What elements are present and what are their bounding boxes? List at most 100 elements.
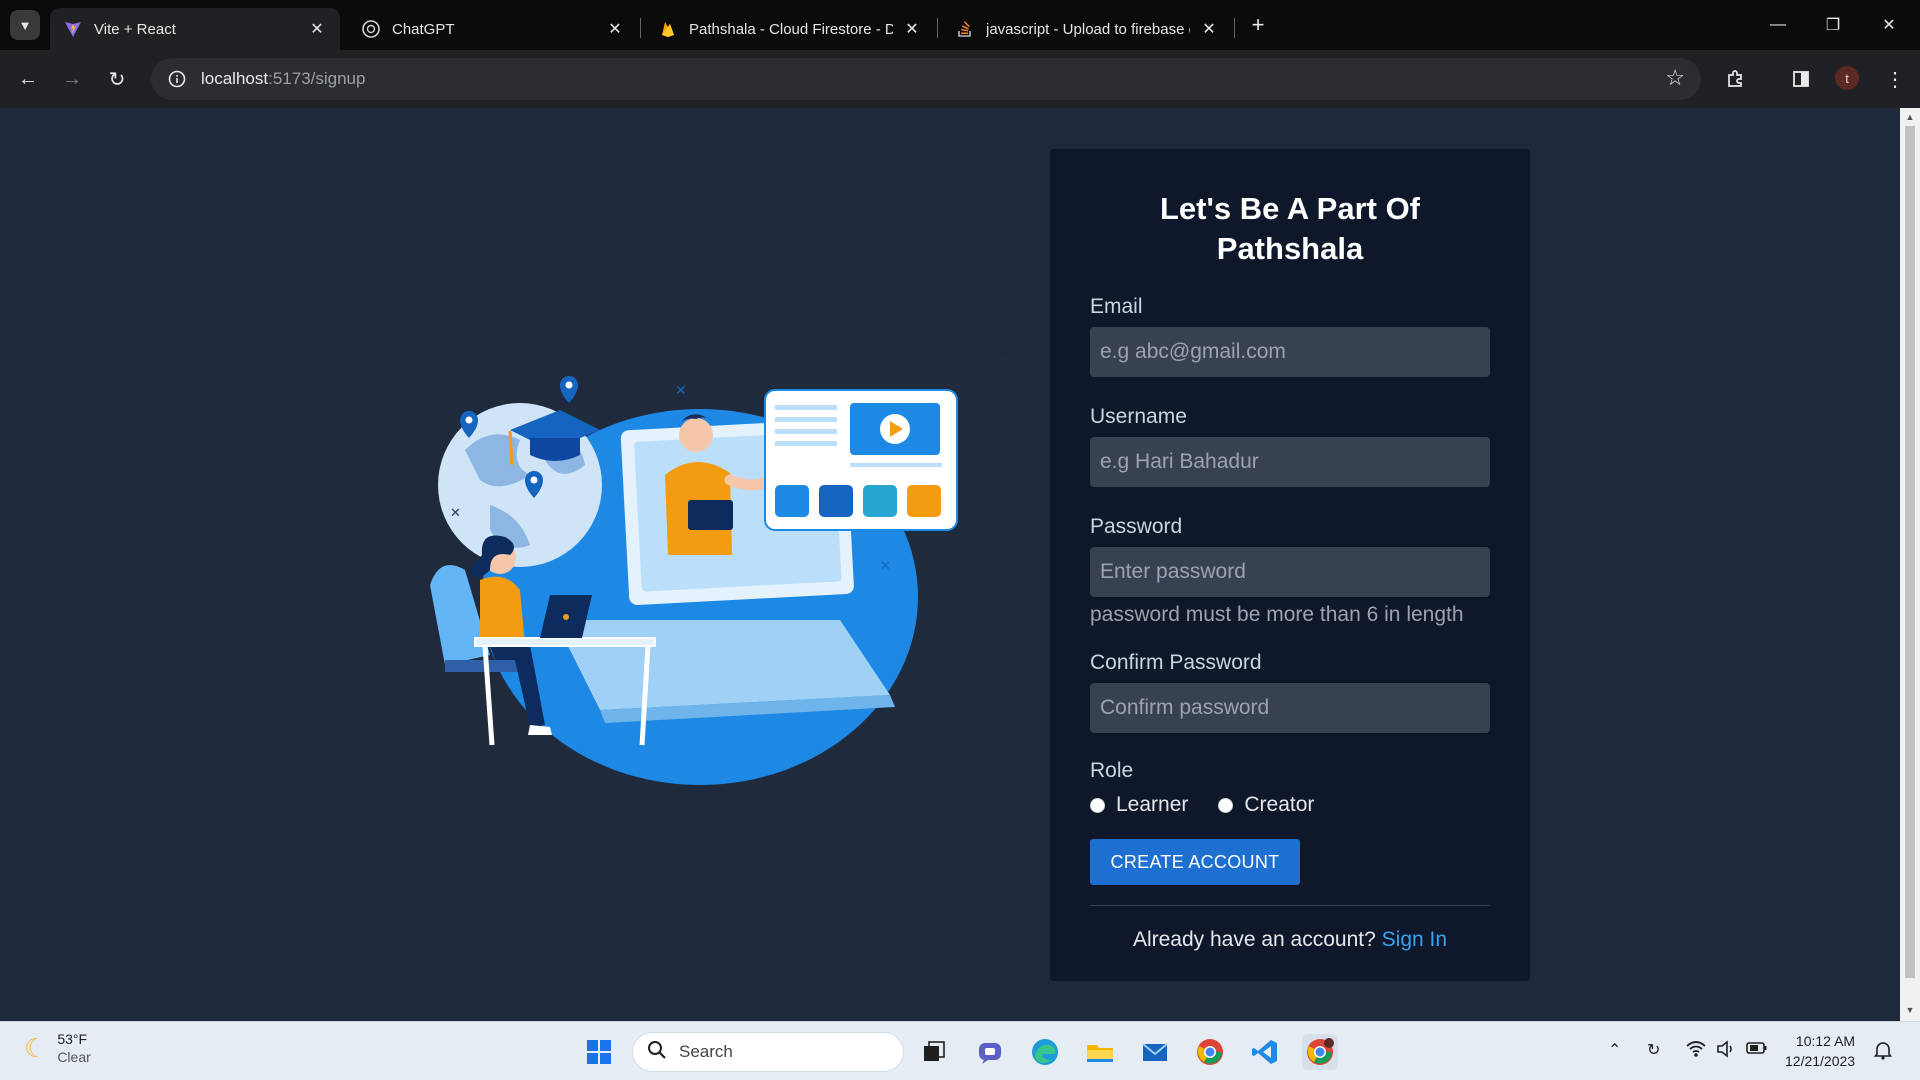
address-bar[interactable]: localhost:5173/signup ☆ [151,58,1701,100]
site-info-icon[interactable] [163,65,191,93]
password-hint: password must be more than 6 in length [1090,603,1464,626]
username-label: Username [1090,405,1187,428]
windows-start-icon[interactable] [581,1034,617,1070]
minimize-button[interactable]: — [1755,10,1801,40]
bookmark-star-icon[interactable]: ☆ [1665,65,1685,91]
username-group: Username [1090,405,1490,487]
volume-icon[interactable] [1716,1040,1736,1063]
edge-icon[interactable] [1027,1034,1063,1070]
tab-title: Vite + React [94,20,176,38]
taskbar-search-input[interactable]: Search [632,1032,904,1072]
notification-bell-icon[interactable] [1873,1040,1893,1065]
creator-radio-label[interactable]: Creator [1244,793,1314,817]
chrome-active-icon[interactable] [1302,1034,1338,1070]
creator-radio[interactable] [1218,797,1234,813]
confirm-password-group: Confirm Password [1090,651,1490,733]
tab-title: Pathshala - Cloud Firestore - Da [689,20,893,38]
task-view-icon[interactable] [916,1034,952,1070]
url-text: localhost:5173/signup [201,69,365,89]
side-panel-icon[interactable] [1786,64,1816,94]
chrome-icon[interactable] [1192,1034,1228,1070]
profile-avatar[interactable]: t [1835,66,1859,90]
email-label: Email [1090,295,1143,318]
restore-button[interactable]: ❐ [1810,10,1856,40]
teams-chat-icon[interactable] [972,1034,1008,1070]
new-tab-button[interactable]: + [1245,12,1271,38]
close-icon[interactable]: ✕ [903,19,921,39]
role-options: Learner Creator [1090,793,1490,817]
clock-time: 10:12 AM [1795,1033,1856,1049]
svg-text:✕: ✕ [450,506,461,521]
tab-search-button[interactable]: ▼ [10,10,40,40]
menu-kebab-icon[interactable]: ⋮ [1880,64,1910,94]
tab-separator [640,18,641,38]
scrollbar-thumb[interactable] [1905,126,1915,978]
signin-prompt: Already have an account? [1132,928,1376,951]
sign-in-link[interactable]: Sign In [1382,928,1447,951]
vscode-icon[interactable] [1247,1034,1283,1070]
search-icon [647,1040,667,1065]
reload-button[interactable]: ↻ [101,63,133,95]
weather-temp: 53°F [57,1031,88,1047]
tab-stackoverflow[interactable]: javascript - Upload to firebase e ✕ [942,8,1232,50]
chatgpt-icon [362,20,380,38]
create-account-button[interactable]: CREATE ACCOUNT [1090,839,1300,885]
password-field[interactable] [1090,547,1490,597]
svg-text:✕: ✕ [880,559,891,574]
close-icon[interactable]: ✕ [308,19,326,39]
learner-radio-label[interactable]: Learner [1116,793,1188,817]
confirm-password-field[interactable] [1090,683,1490,733]
url-host: localhost [201,69,269,88]
moon-icon: ☾ [24,1032,48,1063]
page-scrollbar[interactable]: ▲ ▼ [1900,108,1920,1021]
taskbar: ☾ 53°F Clear Search ⌃ ↻ 10:12 AM 12/21/2… [0,1021,1920,1080]
clock-date: 12/21/2023 [1785,1053,1856,1069]
tab-title: javascript - Upload to firebase e [986,20,1190,38]
svg-text:✕: ✕ [675,383,687,399]
file-explorer-icon[interactable] [1082,1034,1118,1070]
username-field[interactable] [1090,437,1490,487]
close-icon[interactable]: ✕ [606,19,624,39]
tray-overflow-icon[interactable]: ⌃ [1608,1040,1621,1060]
tab-separator [1234,18,1235,38]
tab-separator [937,18,938,38]
back-button[interactable]: ← [12,63,44,95]
signup-card: Let's Be A Part Of Pathshala Email Usern… [1050,149,1530,981]
divider [1090,905,1490,906]
role-label: Role [1090,759,1134,782]
tab-strip: ▼ Vite + React ✕ ChatGPT ✕ Pathshala - C… [0,0,1920,50]
page-title: Let's Be A Part Of Pathshala [1159,191,1421,266]
password-group: Password password must be more than 6 in… [1090,515,1490,627]
forward-button[interactable]: → [56,63,88,95]
firebase-icon [659,20,677,38]
email-group: Email [1090,295,1490,377]
search-placeholder: Search [679,1042,733,1061]
extensions-icon[interactable] [1721,64,1751,94]
weather-condition: Clear [57,1049,91,1065]
role-group: Role Learner Creator [1090,759,1490,817]
scroll-down-icon[interactable]: ▼ [1905,1005,1915,1015]
signin-prompt-row: Already have an account? Sign In [1090,928,1490,952]
battery-icon[interactable] [1746,1040,1768,1061]
weather-widget[interactable]: ☾ 53°F Clear [24,1030,91,1066]
system-clock[interactable]: 10:12 AM 12/21/2023 [1785,1031,1855,1071]
learner-radio[interactable] [1090,797,1105,813]
browser-toolbar: ← → ↻ localhost:5173/signup ☆ ⋮ [0,50,1920,108]
stackoverflow-icon [956,20,974,38]
mail-icon[interactable] [1137,1034,1173,1070]
tab-title: ChatGPT [392,20,455,38]
close-icon[interactable]: ✕ [1200,19,1218,39]
education-illustration: ✕ ✕ ✕ [370,355,1010,790]
tab-chatgpt[interactable]: ChatGPT ✕ [348,8,638,50]
close-window-button[interactable]: ✕ [1866,10,1912,40]
email-field[interactable] [1090,327,1490,377]
confirm-password-label: Confirm Password [1090,651,1262,674]
scroll-up-icon[interactable]: ▲ [1905,112,1915,122]
url-path: :5173/signup [268,69,366,88]
sync-icon[interactable]: ↻ [1647,1040,1660,1060]
tab-firestore[interactable]: Pathshala - Cloud Firestore - Da ✕ [645,8,935,50]
password-label: Password [1090,515,1183,538]
vite-icon [64,20,82,38]
wifi-icon[interactable] [1686,1040,1706,1063]
tab-vite-react[interactable]: Vite + React ✕ [50,8,340,50]
